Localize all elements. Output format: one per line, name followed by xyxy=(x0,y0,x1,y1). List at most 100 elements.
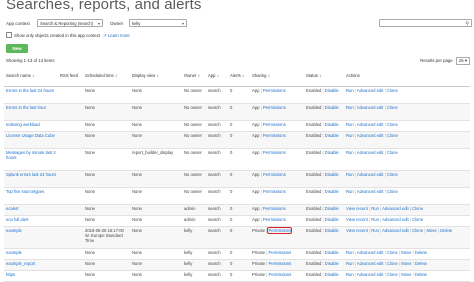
search-name-link[interactable]: ecalert xyxy=(6,206,19,211)
action-clone-link[interactable]: Clone xyxy=(387,122,398,127)
action-view-recent-link[interactable]: View recent xyxy=(346,217,368,222)
action-view-recent-link[interactable]: View recent xyxy=(346,228,368,233)
action-advanced-edit-link[interactable]: Advanced edit xyxy=(357,189,384,194)
action-move-link[interactable]: Move xyxy=(401,272,411,277)
action-advanced-edit-link[interactable]: Advanced edit xyxy=(357,272,384,277)
action-advanced-edit-link[interactable]: Advanced edit xyxy=(357,250,384,255)
action-move-link[interactable]: Move xyxy=(401,250,411,255)
search-name-link[interactable]: example_report xyxy=(6,261,35,266)
action-clone-link[interactable]: Clone xyxy=(387,172,398,177)
search-input[interactable]: ⚲ xyxy=(379,19,472,27)
search-name-link[interactable]: Errors in the last hour xyxy=(6,105,46,110)
results-per-page-select[interactable]: 25 ▾ xyxy=(455,57,470,65)
permissions-link[interactable]: Permissions xyxy=(263,150,286,155)
owner-select[interactable]: kelly ▾ xyxy=(129,19,187,27)
disable-link[interactable]: Disable xyxy=(325,206,339,211)
action-run-link[interactable]: Run xyxy=(346,261,354,266)
only-objects-checkbox[interactable] xyxy=(6,32,12,38)
search-name-link[interactable]: example xyxy=(6,250,22,255)
permissions-link[interactable]: Permissions xyxy=(267,226,293,235)
permissions-link[interactable]: Permissions xyxy=(263,206,286,211)
disable-link[interactable]: Disable xyxy=(325,172,339,177)
action-delete-link[interactable]: Delete xyxy=(440,228,452,233)
action-move-link[interactable]: Move xyxy=(401,261,411,266)
action-clone-link[interactable]: Clone xyxy=(387,261,398,266)
search-name-link[interactable]: Indexing workload xyxy=(6,122,40,127)
action-clone-link[interactable]: Clone xyxy=(387,105,398,110)
action-delete-link[interactable]: Delete xyxy=(415,261,427,266)
permissions-link[interactable]: Permissions xyxy=(263,133,286,138)
action-run-link[interactable]: Run xyxy=(371,228,379,233)
disable-link[interactable]: Disable xyxy=(325,272,339,277)
search-name-link[interactable]: Errors in the last 24 hours xyxy=(6,88,54,93)
search-name-link[interactable]: eca full alert xyxy=(6,217,29,222)
action-clone-link[interactable]: Clone xyxy=(387,250,398,255)
disable-link[interactable]: Disable xyxy=(325,261,339,266)
action-run-link[interactable]: Run xyxy=(346,272,354,277)
col-header-scheduled-time[interactable]: Scheduled time⇕ xyxy=(83,71,130,87)
action-advanced-edit-link[interactable]: Advanced edit xyxy=(357,88,384,93)
permissions-link[interactable]: Permissions xyxy=(268,250,291,255)
action-advanced-edit-link[interactable]: Advanced edit xyxy=(382,228,409,233)
col-header-search-name[interactable]: Search name⇕ xyxy=(4,71,58,87)
disable-link[interactable]: Disable xyxy=(325,122,339,127)
action-run-link[interactable]: Run xyxy=(346,172,354,177)
disable-link[interactable]: Disable xyxy=(325,217,339,222)
col-header-app[interactable]: App⇕ xyxy=(206,71,228,87)
action-clone-link[interactable]: Clone xyxy=(387,133,398,138)
permissions-link[interactable]: Permissions xyxy=(263,189,286,194)
disable-link[interactable]: Disable xyxy=(325,88,339,93)
search-name-link[interactable]: Top five sourcetypes xyxy=(6,189,44,194)
action-run-link[interactable]: Run xyxy=(371,206,379,211)
action-advanced-edit-link[interactable]: Advanced edit xyxy=(357,150,384,155)
action-run-link[interactable]: Run xyxy=(346,105,354,110)
action-clone-link[interactable]: Clone xyxy=(387,150,398,155)
search-name-link[interactable]: Splunk errors last 24 hours xyxy=(6,172,56,177)
action-run-link[interactable]: Run xyxy=(371,217,379,222)
col-header-alerts[interactable]: Alerts⇕ xyxy=(228,71,250,87)
permissions-link[interactable]: Permissions xyxy=(263,217,286,222)
search-name-link[interactable]: https xyxy=(6,272,15,277)
action-run-link[interactable]: Run xyxy=(346,250,354,255)
search-name-link[interactable]: License Usage Data Cube xyxy=(6,133,55,138)
learn-more-link[interactable]: ↗ Learn more xyxy=(103,33,130,38)
search-name-link[interactable]: Messages by minute last 3 hours xyxy=(6,150,56,160)
col-header-owner[interactable]: Owner⇕ xyxy=(182,71,206,87)
action-run-link[interactable]: Run xyxy=(346,150,354,155)
action-run-link[interactable]: Run xyxy=(346,189,354,194)
disable-link[interactable]: Disable xyxy=(325,105,339,110)
disable-link[interactable]: Disable xyxy=(325,189,339,194)
action-run-link[interactable]: Run xyxy=(346,88,354,93)
action-delete-link[interactable]: Delete xyxy=(415,272,427,277)
action-run-link[interactable]: Run xyxy=(346,133,354,138)
action-advanced-edit-link[interactable]: Advanced edit xyxy=(357,122,384,127)
app-context-select[interactable]: Search & Reporting (search) ▾ xyxy=(37,19,103,27)
action-clone-link[interactable]: Clone xyxy=(412,206,423,211)
action-run-link[interactable]: Run xyxy=(346,122,354,127)
action-move-link[interactable]: Move xyxy=(426,228,436,233)
permissions-link[interactable]: Permissions xyxy=(268,272,291,277)
permissions-link[interactable]: Permissions xyxy=(263,172,286,177)
col-header-sharing[interactable]: Sharing⇕ xyxy=(250,71,304,87)
action-advanced-edit-link[interactable]: Advanced edit xyxy=(357,172,384,177)
col-header-status[interactable]: Status⇕ xyxy=(304,71,344,87)
action-advanced-edit-link[interactable]: Advanced edit xyxy=(382,217,409,222)
action-clone-link[interactable]: Clone xyxy=(412,228,423,233)
action-delete-link[interactable]: Delete xyxy=(415,250,427,255)
action-advanced-edit-link[interactable]: Advanced edit xyxy=(382,206,409,211)
action-view-recent-link[interactable]: View recent xyxy=(346,206,368,211)
search-name-link[interactable]: example xyxy=(6,228,22,233)
permissions-link[interactable]: Permissions xyxy=(263,105,286,110)
new-button[interactable]: New xyxy=(6,44,28,53)
action-advanced-edit-link[interactable]: Advanced edit xyxy=(357,105,384,110)
action-clone-link[interactable]: Clone xyxy=(387,88,398,93)
action-advanced-edit-link[interactable]: Advanced edit xyxy=(357,133,384,138)
disable-link[interactable]: Disable xyxy=(325,150,339,155)
permissions-link[interactable]: Permissions xyxy=(263,88,286,93)
permissions-link[interactable]: Permissions xyxy=(263,122,286,127)
permissions-link[interactable]: Permissions xyxy=(268,261,291,266)
action-advanced-edit-link[interactable]: Advanced edit xyxy=(357,261,384,266)
disable-link[interactable]: Disable xyxy=(325,133,339,138)
disable-link[interactable]: Disable xyxy=(325,228,339,233)
action-clone-link[interactable]: Clone xyxy=(387,189,398,194)
